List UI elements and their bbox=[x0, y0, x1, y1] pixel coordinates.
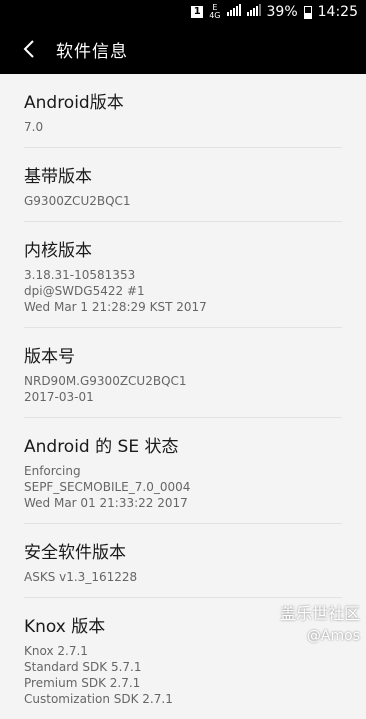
item-title: 基带版本 bbox=[24, 167, 92, 187]
clock: 14:25 bbox=[317, 4, 358, 20]
list-item-kernel-version[interactable]: 内核版本 3.18.31-10581353 dpi@SWDG5422 #1 We… bbox=[24, 222, 342, 328]
item-title: Android版本 bbox=[24, 93, 124, 113]
item-value: ASKS v1.3_161228 bbox=[24, 570, 138, 584]
list-item-android-version[interactable]: Android版本 7.0 bbox=[24, 74, 342, 148]
watermark: 盖乐世社区 @Amos bbox=[280, 600, 360, 644]
item-title: 内核版本 bbox=[24, 241, 92, 261]
battery-icon bbox=[303, 5, 312, 19]
signal-icon-2 bbox=[246, 4, 261, 20]
item-value: Knox 2.7.1 Standard SDK 5.7.1 Premium SD… bbox=[24, 644, 173, 706]
battery-percent: 39% bbox=[266, 4, 298, 20]
status-bar: 1 E 4G 39% 14:25 bbox=[0, 0, 366, 24]
top-bar: 软件信息 bbox=[0, 24, 366, 74]
item-value: 3.18.31-10581353 dpi@SWDG5422 #1 Wed Mar… bbox=[24, 268, 207, 314]
back-button[interactable] bbox=[18, 38, 40, 60]
list-item-se-status[interactable]: Android 的 SE 状态 Enforcing SEPF_SECMOBILE… bbox=[24, 418, 342, 524]
watermark-user: @Amos bbox=[306, 628, 360, 644]
list-item-security-software-version[interactable]: 安全软件版本 ASKS v1.3_161228 bbox=[24, 524, 342, 598]
network-type-bottom: 4G bbox=[209, 11, 221, 20]
network-type: E 4G bbox=[209, 4, 220, 20]
item-title: 安全软件版本 bbox=[24, 543, 126, 563]
sim-badge: 1 bbox=[191, 6, 204, 18]
back-arrow-icon bbox=[23, 40, 34, 58]
item-title: 版本号 bbox=[24, 347, 75, 367]
item-value: G9300ZCU2BQC1 bbox=[24, 194, 131, 208]
item-value: 7.0 bbox=[24, 120, 44, 134]
watermark-brand: 盖乐世社区 bbox=[279, 604, 360, 623]
signal-icon bbox=[226, 4, 241, 20]
page-title: 软件信息 bbox=[56, 41, 128, 62]
item-value: NRD90M.G9300ZCU2BQC1 2017-03-01 bbox=[24, 374, 187, 404]
item-value: Enforcing SEPF_SECMOBILE_7.0_0004 Wed Ma… bbox=[24, 464, 191, 510]
list-item-baseband-version[interactable]: 基带版本 G9300ZCU2BQC1 bbox=[24, 148, 342, 222]
item-title: Android 的 SE 状态 bbox=[24, 437, 179, 457]
list-item-build-number[interactable]: 版本号 NRD90M.G9300ZCU2BQC1 2017-03-01 bbox=[24, 328, 342, 418]
